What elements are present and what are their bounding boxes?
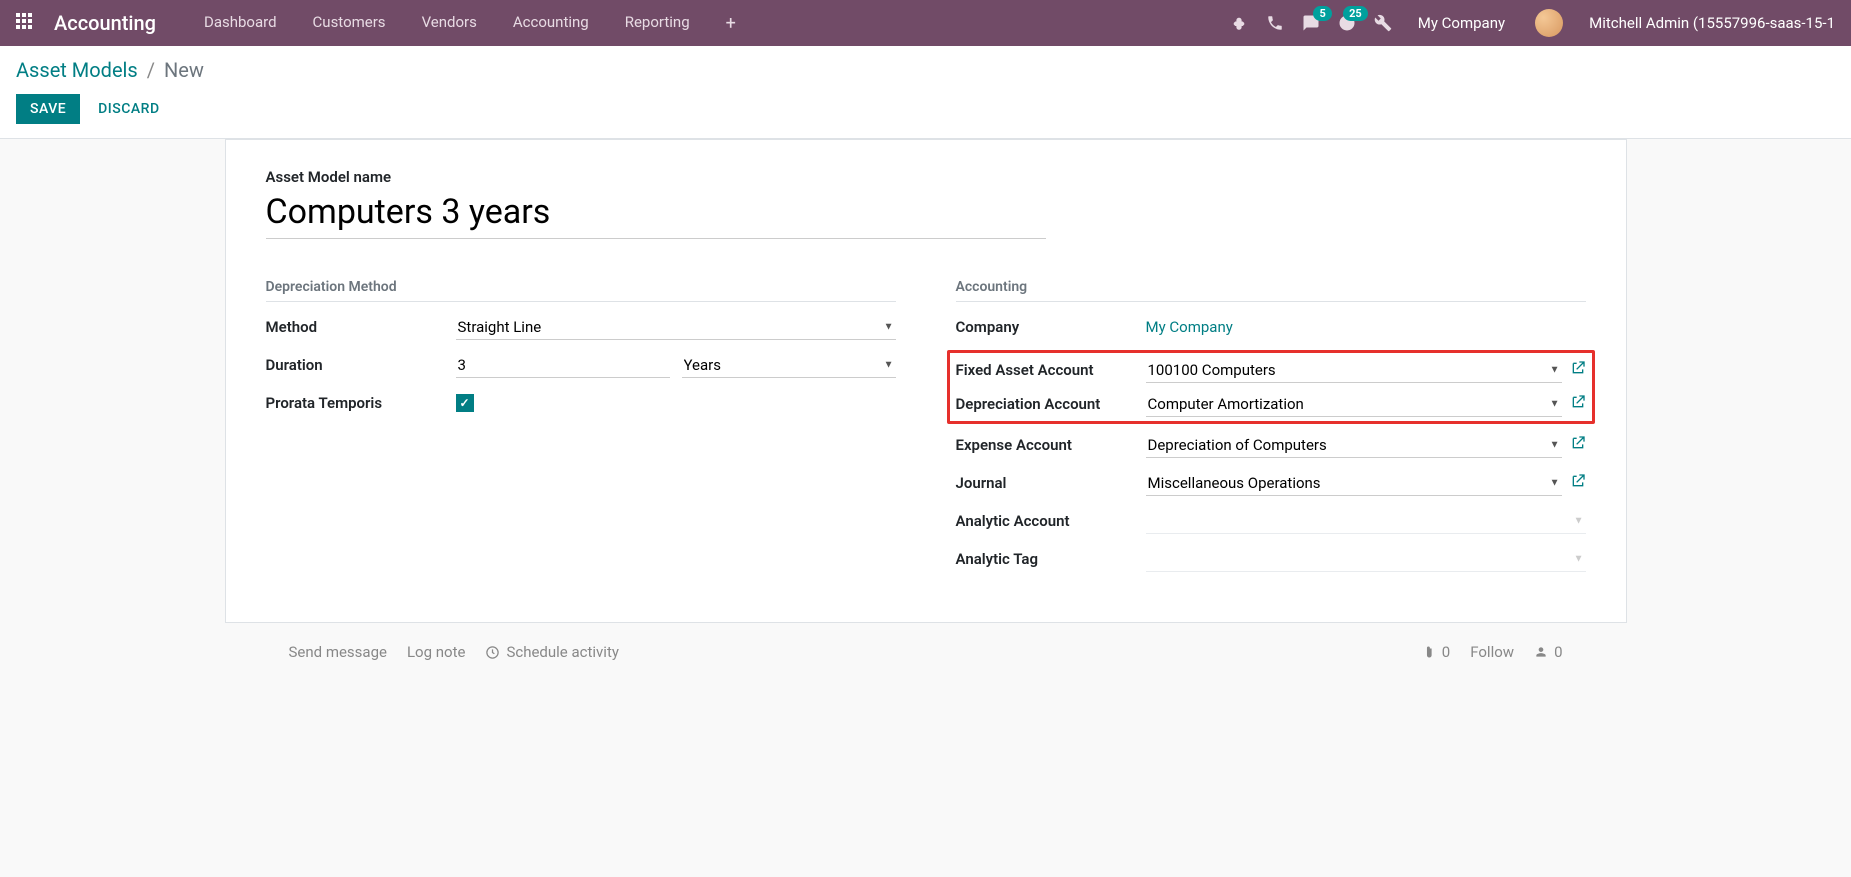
save-button[interactable]: SAVE [16,94,80,124]
nav-item-dashboard[interactable]: Dashboard [186,1,295,46]
accounting-group: Accounting Company My Company Fixed Asse… [956,279,1586,582]
breadcrumb: Asset Models / New [16,58,1835,82]
group-title-depreciation: Depreciation Method [266,279,896,302]
duration-input[interactable] [456,353,670,378]
discard-button[interactable]: DISCARD [98,101,159,117]
prorata-label: Prorata Temporis [266,394,456,412]
form-sheet: Asset Model name Depreciation Method Met… [225,139,1627,623]
apps-icon[interactable] [16,13,36,33]
control-panel: Asset Models / New SAVE DISCARD [0,46,1851,139]
breadcrumb-current: New [164,58,204,82]
analytic-tag-select[interactable] [1146,547,1586,572]
phone-icon[interactable] [1266,14,1284,32]
nav-item-vendors[interactable]: Vendors [404,1,495,46]
company-value[interactable]: My Company [1146,318,1233,336]
group-title-accounting: Accounting [956,279,1586,302]
expense-label: Expense Account [956,436,1146,454]
breadcrumb-parent[interactable]: Asset Models [16,58,138,82]
nav-add-menu[interactable]: + [708,1,754,46]
messages-badge: 5 [1313,6,1331,21]
messages-icon[interactable]: 5 [1302,14,1320,32]
nav-item-accounting[interactable]: Accounting [495,1,607,46]
analytic-tag-label: Analytic Tag [956,550,1146,568]
breadcrumb-sep: / [147,58,155,82]
log-note-button[interactable]: Log note [407,643,465,661]
method-label: Method [266,318,456,336]
attachments-count: 0 [1442,643,1450,661]
nav-menu: Dashboard Customers Vendors Accounting R… [186,1,754,46]
app-name[interactable]: Accounting [54,11,156,35]
company-label: Company [956,318,1146,336]
main-navbar: Accounting Dashboard Customers Vendors A… [0,0,1851,46]
schedule-activity-label: Schedule activity [506,643,619,661]
fixed-asset-select[interactable] [1146,358,1562,383]
followers-count: 0 [1554,643,1562,661]
depr-account-select[interactable] [1146,392,1562,417]
external-link-icon[interactable] [1570,435,1586,455]
external-link-icon[interactable] [1570,360,1586,380]
journal-label: Journal [956,474,1146,492]
tools-icon[interactable] [1374,14,1392,32]
bug-icon[interactable] [1230,14,1248,32]
method-select[interactable] [456,315,896,340]
activities-icon[interactable]: 25 [1338,14,1356,32]
prorata-checkbox[interactable] [456,394,474,412]
chatter: Send message Log note Schedule activity … [225,643,1627,661]
send-message-button[interactable]: Send message [289,643,387,661]
attachments-button[interactable]: 0 [1422,643,1450,661]
follow-button[interactable]: Follow [1470,643,1514,661]
company-switcher[interactable]: My Company [1418,14,1505,32]
user-menu[interactable]: Mitchell Admin (15557996-saas-15-1 [1589,14,1835,32]
title-label: Asset Model name [266,168,1586,186]
duration-unit-select[interactable] [682,353,896,378]
followers-button[interactable]: 0 [1534,643,1562,661]
external-link-icon[interactable] [1570,473,1586,493]
fixed-asset-label: Fixed Asset Account [956,361,1146,379]
nav-systray: 5 25 My Company Mitchell Admin (15557996… [1230,9,1835,37]
journal-select[interactable] [1146,471,1562,496]
depreciation-group: Depreciation Method Method ▼ Duration [266,279,896,582]
asset-name-input[interactable] [266,190,1046,239]
nav-item-reporting[interactable]: Reporting [607,1,708,46]
duration-label: Duration [266,356,456,374]
depr-account-label: Depreciation Account [956,395,1146,413]
expense-select[interactable] [1146,433,1562,458]
avatar[interactable] [1535,9,1563,37]
schedule-activity-button[interactable]: Schedule activity [485,643,619,661]
external-link-icon[interactable] [1570,394,1586,414]
nav-item-customers[interactable]: Customers [295,1,404,46]
analytic-account-label: Analytic Account [956,512,1146,530]
activities-badge: 25 [1343,6,1368,21]
highlighted-accounts: Fixed Asset Account ▼ Depreciation Accou… [947,350,1595,424]
analytic-account-select[interactable] [1146,509,1586,534]
